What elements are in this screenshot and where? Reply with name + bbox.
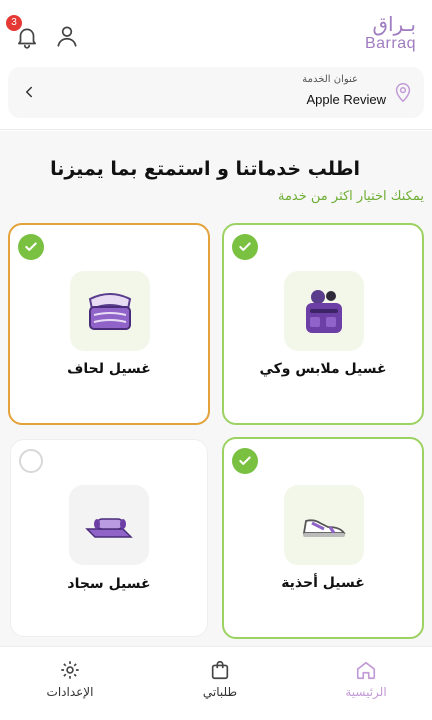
bottom-navigation: الرئيسية طلباتي الإعدادات	[0, 646, 432, 720]
notification-badge: 3	[6, 15, 22, 31]
service-label: غسيل أحذية	[281, 575, 365, 591]
profile-button[interactable]	[54, 23, 80, 49]
service-icon-box	[284, 485, 364, 565]
shopping-bag-icon	[211, 660, 229, 680]
service-card-shoes[interactable]: غسيل أحذية	[222, 437, 424, 639]
page-subtitle: يمكنك اختيار اكثر من خدمة	[277, 189, 424, 204]
carpet-icon	[85, 518, 133, 538]
service-icon-box	[70, 271, 150, 351]
nav-orders-label: طلباتي	[202, 685, 238, 699]
service-label: غسيل سجاد	[67, 576, 151, 592]
service-icon-box	[69, 485, 149, 565]
service-card-clothes[interactable]: غسيل ملابس وكي	[222, 223, 424, 425]
nav-settings-label: الإعدادات	[46, 685, 94, 699]
blanket-icon	[88, 293, 132, 330]
check-icon	[25, 242, 37, 251]
service-icon-box	[284, 271, 364, 351]
service-card-carpet[interactable]: غسيل سجاد	[10, 439, 208, 637]
service-label: غسيل ملابس وكي	[259, 361, 387, 377]
clothes-bag-icon	[306, 290, 342, 333]
chevron-left-icon	[26, 86, 32, 98]
unselected-radio	[19, 449, 43, 473]
location-pin-icon	[395, 83, 411, 103]
check-icon	[239, 242, 251, 251]
selected-check	[18, 234, 44, 260]
gear-icon	[61, 661, 79, 679]
address-value: Apple Review	[306, 92, 387, 107]
nav-settings[interactable]: الإعدادات	[20, 647, 120, 720]
check-icon	[239, 456, 251, 465]
page-title: اطلب خدماتنا و استمتع بما يميزنا	[50, 158, 360, 180]
service-card-blanket[interactable]: غسيل لحاف	[8, 223, 210, 425]
nav-home[interactable]: الرئيسية	[316, 647, 416, 720]
logo: بـراق Barraq	[346, 14, 416, 58]
logo-english: Barraq	[364, 35, 416, 52]
service-address-selector[interactable]: عنوان الخدمة Apple Review	[8, 67, 424, 118]
address-label: عنوان الخدمة	[302, 74, 358, 85]
service-label: غسيل لحاف	[67, 361, 151, 377]
shoe-icon	[302, 519, 346, 537]
selected-check	[232, 234, 258, 260]
top-bar: بـراق Barraq 3 عنوان الخدمة Apple Review	[0, 0, 432, 130]
nav-orders[interactable]: طلباتي	[170, 647, 270, 720]
logo-arabic: بـراق	[372, 12, 416, 36]
selected-check	[232, 448, 258, 474]
nav-home-label: الرئيسية	[345, 685, 387, 699]
user-icon	[57, 26, 77, 47]
home-icon	[356, 661, 376, 680]
